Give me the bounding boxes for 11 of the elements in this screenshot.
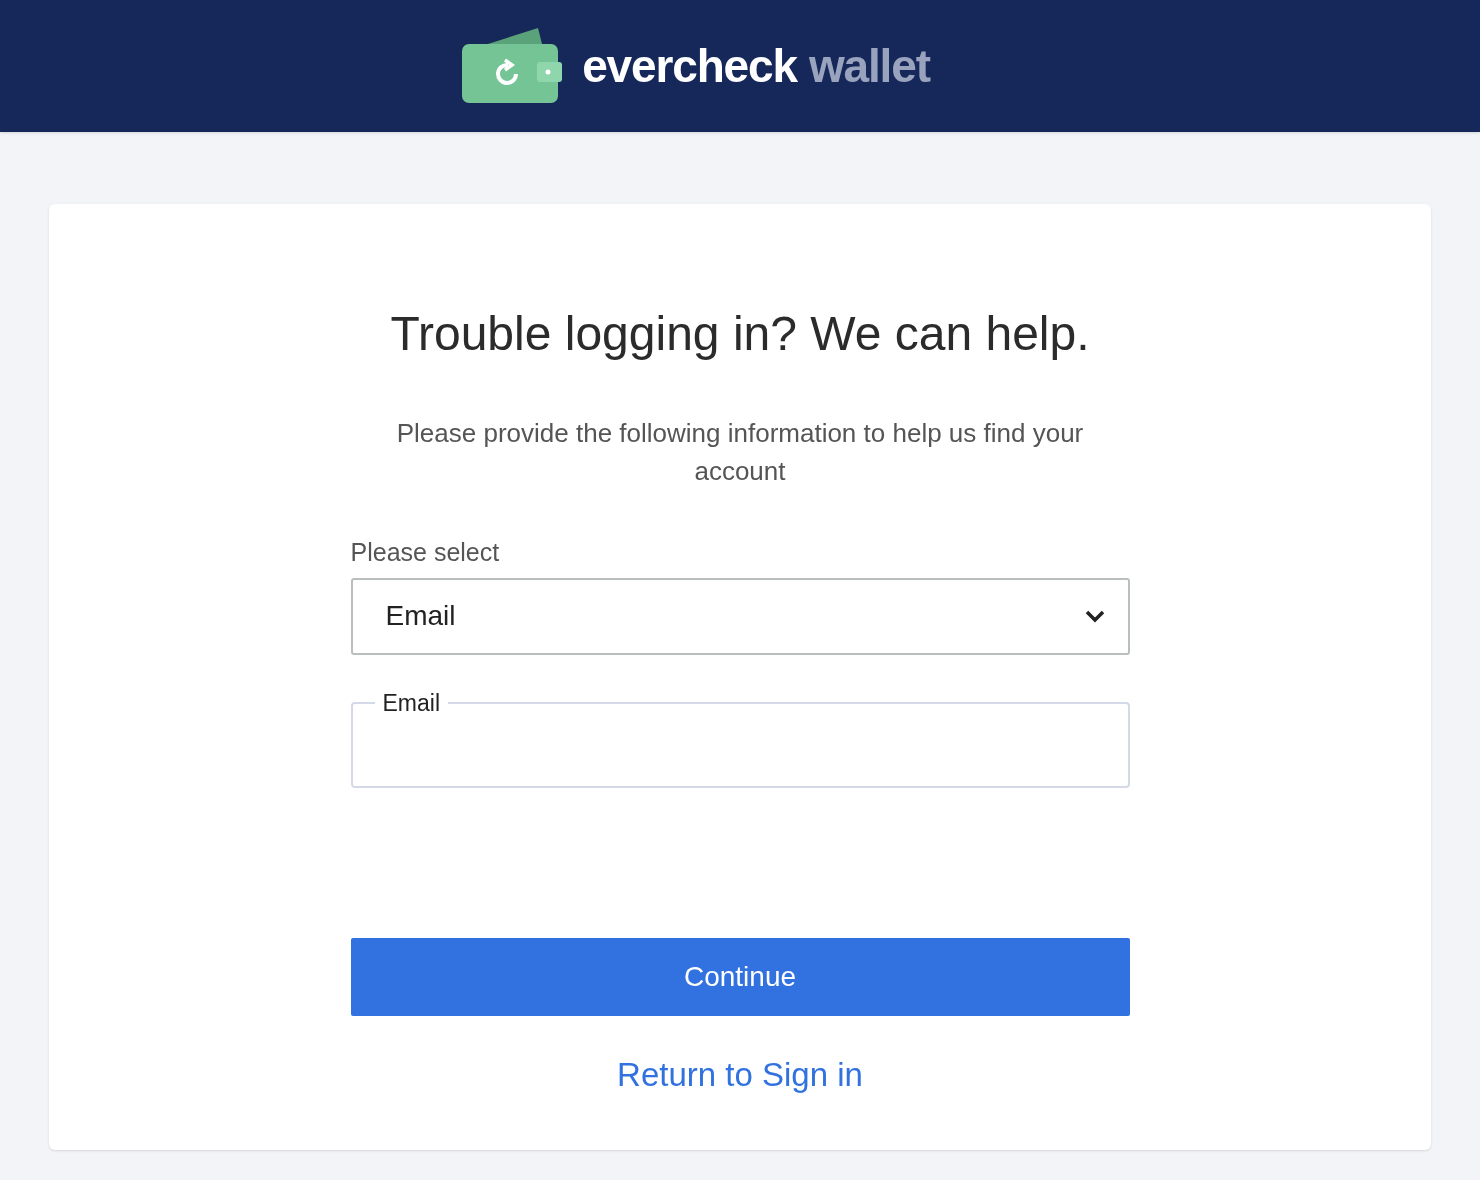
wallet-icon: [462, 28, 563, 104]
logo-text: evercheck: [582, 38, 797, 94]
instructions-text: Please provide the following information to help us find your account: [395, 417, 1085, 488]
page-title: Trouble logging in? We can help.: [390, 306, 1090, 362]
continue-button[interactable]: Continue: [350, 937, 1130, 1016]
logo-text: wallet: [808, 38, 930, 94]
return-link[interactable]: Return to Sign in: [617, 1049, 863, 1099]
email-field[interactable]: Email: [350, 692, 1130, 788]
type-dropdown[interactable]: Email: [350, 577, 1130, 655]
select-label: Please select: [350, 537, 501, 568]
chevron-down-icon: [1083, 609, 1106, 623]
